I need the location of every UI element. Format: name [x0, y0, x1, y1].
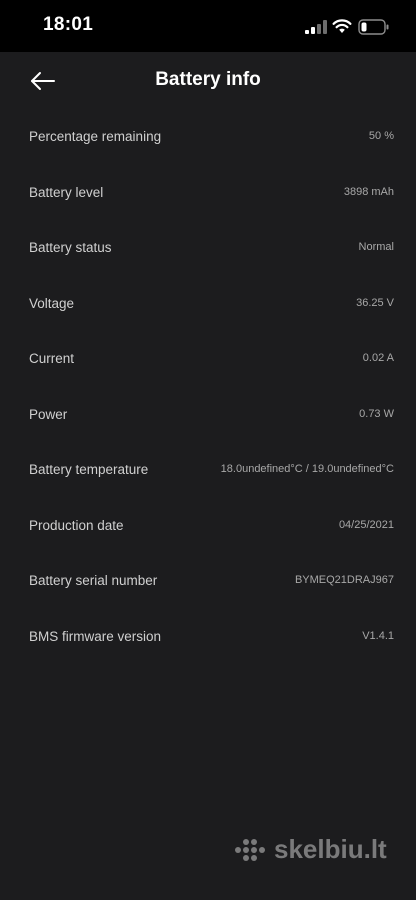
row-value: 36.25 V: [356, 296, 394, 309]
row-value: 50 %: [368, 130, 394, 142]
row-value: 18.0undefined°C / 19.0undefined°C: [220, 463, 394, 475]
row-label: Current: [29, 351, 75, 366]
row-production-date: Production date 04/25/2021: [0, 498, 416, 554]
row-label: Battery temperature: [29, 462, 149, 477]
row-value: Normal: [358, 241, 394, 253]
row-value: 04/25/2021: [338, 518, 394, 531]
battery-icon: [358, 19, 389, 35]
row-label: Power: [29, 406, 68, 422]
row-value: BYMEQ21DRAJ967: [294, 574, 394, 586]
row-current: Current 0.02 A: [0, 331, 416, 387]
watermark: skelbiu.lt: [232, 834, 402, 868]
row-label: Percentage remaining: [29, 129, 162, 144]
status-bar: 18:01: [0, 0, 416, 52]
row-value: 3898 mAh: [343, 185, 394, 198]
row-voltage: Voltage 36.25 V: [0, 276, 416, 332]
cellular-signal-icon: [305, 20, 327, 34]
row-battery-level: Battery level 3898 mAh: [0, 165, 416, 221]
skelbiu-logo-icon: [235, 839, 265, 861]
header: Battery info: [0, 52, 416, 110]
status-time: 18:01: [43, 14, 94, 35]
row-label: Battery status: [29, 240, 112, 255]
row-value: 0.73 W: [359, 407, 394, 420]
watermark-text: skelbiu.lt: [274, 834, 387, 864]
row-label: Battery serial number: [29, 573, 158, 588]
row-label: Battery level: [29, 184, 104, 200]
row-battery-status: Battery status Normal: [0, 220, 416, 276]
row-value: V1.4.1: [362, 629, 394, 642]
row-battery-temperature: Battery temperature 18.0undefined°C / 19…: [0, 442, 416, 498]
row-label: BMS firmware version: [29, 628, 162, 644]
row-bms-firmware-version: BMS firmware version V1.4.1: [0, 609, 416, 665]
row-value: 0.02 A: [362, 352, 394, 364]
page-title: Battery info: [155, 69, 261, 90]
row-label: Production date: [29, 517, 124, 533]
row-percentage-remaining: Percentage remaining 50 %: [0, 109, 416, 165]
row-battery-serial-number: Battery serial number BYMEQ21DRAJ967: [0, 553, 416, 609]
wifi-icon: [332, 19, 352, 33]
row-power: Power 0.73 W: [0, 387, 416, 443]
battery-info-list: Percentage remaining 50 % Battery level …: [0, 109, 416, 664]
row-label: Voltage: [29, 295, 75, 311]
